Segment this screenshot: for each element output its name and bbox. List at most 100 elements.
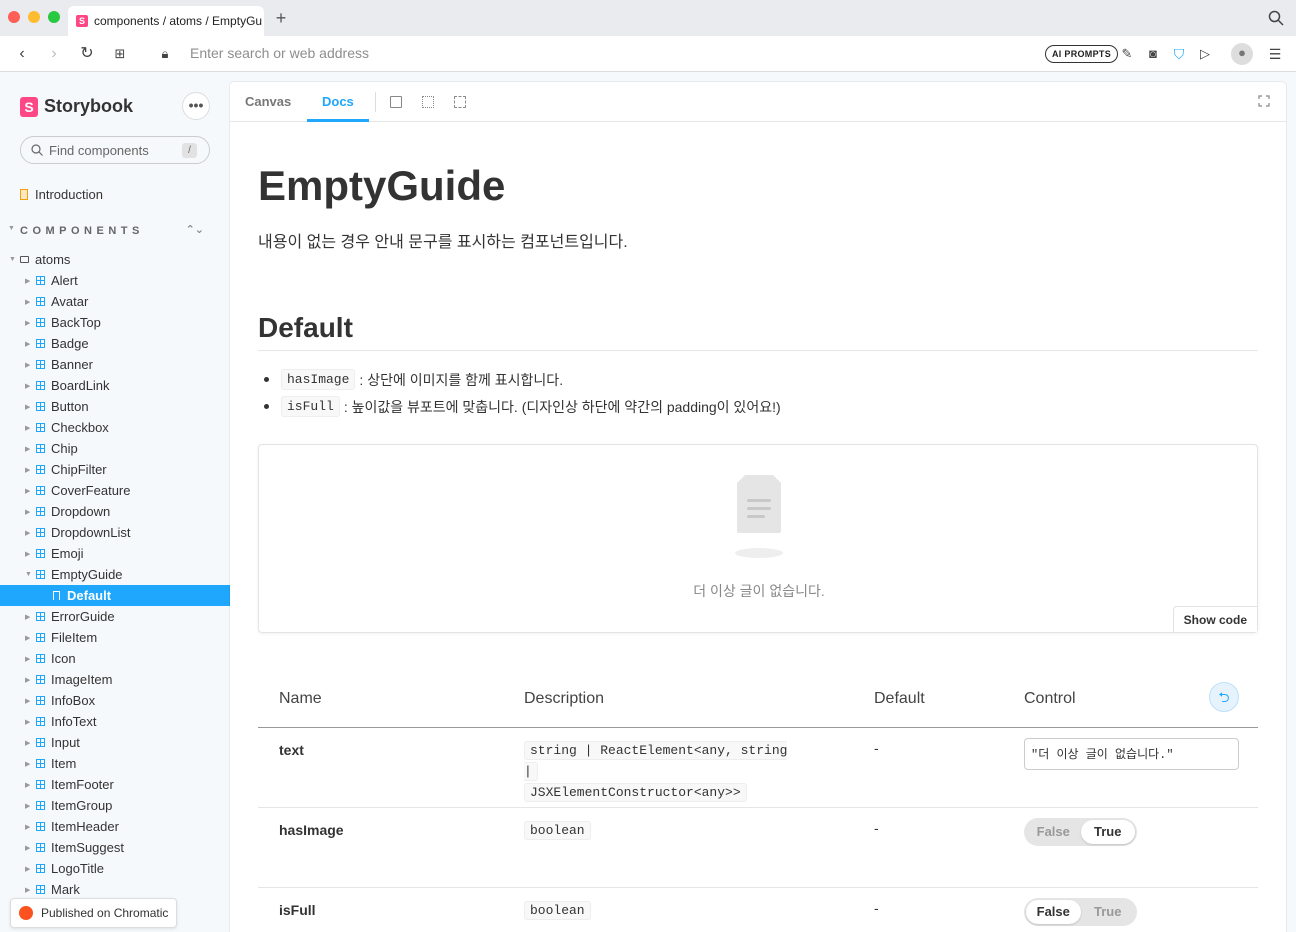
edit-icon[interactable]: ✎ <box>1117 44 1137 64</box>
sidebar-item-component[interactable]: ▶ DropdownList <box>0 522 230 543</box>
sidebar-item-label: Input <box>51 735 80 750</box>
sidebar-item-component[interactable]: ▶ Button <box>0 396 230 417</box>
boolean-toggle[interactable]: False True <box>1024 818 1137 846</box>
sidebar-item-component[interactable]: ▶ Banner <box>0 354 230 375</box>
send-icon[interactable]: ▷ <box>1195 44 1215 64</box>
sidebar-item-component[interactable]: ▼ EmptyGuide <box>0 564 230 585</box>
column-header-name: Name <box>279 690 322 707</box>
arg-name: isFull <box>279 902 316 918</box>
component-icon <box>36 696 45 705</box>
component-icon <box>36 360 45 369</box>
inline-code: hasImage <box>281 369 356 390</box>
search-input[interactable] <box>49 141 179 159</box>
sidebar-item-component[interactable]: ▶ Icon <box>0 648 230 669</box>
sidebar-item-component[interactable]: ▶ Chip <box>0 438 230 459</box>
sidebar-item-component[interactable]: ▶ BackTop <box>0 312 230 333</box>
camera-icon[interactable]: ◙ <box>1143 44 1163 64</box>
sidebar-folder-atoms[interactable]: ▼ atoms <box>0 249 230 270</box>
sidebar-item-label: ItemSuggest <box>51 840 124 855</box>
sidebar-item-component[interactable]: ▶ ChipFilter <box>0 459 230 480</box>
sidebar-story-default[interactable]: Default <box>0 585 230 606</box>
sidebar-item-component[interactable]: ▶ Badge <box>0 333 230 354</box>
sidebar-item-component[interactable]: ▶ Item <box>0 753 230 774</box>
outline-icon[interactable] <box>454 96 466 108</box>
caret-right-icon: ▶ <box>25 844 31 852</box>
sidebar-item-component[interactable]: ▶ InfoBox <box>0 690 230 711</box>
component-icon <box>36 528 45 537</box>
reset-controls-button[interactable]: ⮌ <box>1209 682 1239 712</box>
grid-icon[interactable] <box>422 96 434 108</box>
search-icon[interactable] <box>1268 10 1284 26</box>
profile-avatar[interactable]: ● <box>1231 43 1253 65</box>
component-icon <box>36 276 45 285</box>
chromatic-badge[interactable]: Published on Chromatic <box>10 898 178 928</box>
caret-right-icon: ▶ <box>25 277 31 285</box>
toggle-true-option[interactable]: True <box>1081 900 1136 924</box>
caret-right-icon: ▶ <box>25 760 31 768</box>
type-code: JSXElementConstructor<any>> <box>524 783 747 802</box>
toggle-true-option[interactable]: True <box>1080 820 1135 844</box>
tab-canvas[interactable]: Canvas <box>245 82 291 122</box>
show-code-button[interactable]: Show code <box>1172 606 1257 632</box>
minimize-window-button[interactable] <box>28 11 40 23</box>
component-icon <box>36 717 45 726</box>
caret-right-icon: ▶ <box>25 655 31 663</box>
sidebar-item-component[interactable]: ▶ Input <box>0 732 230 753</box>
sidebar-item-component[interactable]: ▶ ItemGroup <box>0 795 230 816</box>
fullscreen-icon[interactable] <box>1258 95 1270 107</box>
sidebar-item-label: Banner <box>51 357 93 372</box>
sidebar-item-component[interactable]: ▶ InfoText <box>0 711 230 732</box>
expand-collapse-icon[interactable]: ⌃⌄ <box>186 223 204 236</box>
sidebar-item-component[interactable]: ▶ ErrorGuide <box>0 606 230 627</box>
close-window-button[interactable] <box>8 11 20 23</box>
shield-icon[interactable]: ⛉ <box>1169 44 1189 64</box>
arg-name: text <box>279 742 304 758</box>
sidebar-item-component[interactable]: ▶ Avatar <box>0 291 230 312</box>
reload-icon[interactable]: ↻ <box>77 44 97 64</box>
sidebar-item-component[interactable]: ▶ ItemHeader <box>0 816 230 837</box>
sidebar-menu-button[interactable]: ••• <box>182 92 210 120</box>
sidebar-item-label: BackTop <box>51 315 101 330</box>
list-item-text: : 상단에 이미지를 함께 표시합니다. <box>359 371 564 388</box>
sidebar-item-label: DropdownList <box>51 525 131 540</box>
sidebar-item-label: Button <box>51 399 89 414</box>
tab-docs[interactable]: Docs <box>307 82 369 122</box>
boolean-toggle[interactable]: False True <box>1024 898 1137 926</box>
component-icon <box>36 864 45 873</box>
back-icon[interactable]: ‹ <box>12 44 32 64</box>
sidebar-item-component[interactable]: ▶ Checkbox <box>0 417 230 438</box>
sidebar-item-component[interactable]: ▶ LogoTitle <box>0 858 230 879</box>
sidebar-item-component[interactable]: ▶ ItemSuggest <box>0 837 230 858</box>
tab-grid-icon[interactable]: ⊞ <box>110 44 130 64</box>
ai-prompts-button[interactable]: AI PROMPTS <box>1045 45 1119 63</box>
sidebar-item-introduction[interactable]: Introduction <box>20 187 103 202</box>
sidebar-item-component[interactable]: ▶ Emoji <box>0 543 230 564</box>
search-field[interactable]: / <box>20 136 210 164</box>
forward-icon[interactable]: › <box>44 44 64 64</box>
sidebar-item-component[interactable]: ▶ Dropdown <box>0 501 230 522</box>
toggle-false-option[interactable]: False <box>1026 900 1081 924</box>
sidebar-item-component[interactable]: ▶ Mark <box>0 879 230 900</box>
caret-right-icon: ▶ <box>25 361 31 369</box>
caret-right-icon: ▶ <box>25 466 31 474</box>
component-icon <box>36 381 45 390</box>
toggle-false-option[interactable]: False <box>1026 820 1081 844</box>
prop-notes-list: hasImage : 상단에 이미지를 함께 표시합니다. isFull : 높… <box>264 366 781 420</box>
text-control-textarea[interactable]: "더 이상 글이 없습니다." <box>1024 738 1239 770</box>
type-code: string | ReactElement<any, string | <box>524 741 788 781</box>
menu-icon[interactable]: ☰ <box>1265 44 1285 64</box>
sidebar-item-component[interactable]: ▶ ImageItem <box>0 669 230 690</box>
sidebar-item-component[interactable]: ▶ BoardLink <box>0 375 230 396</box>
image-icon[interactable] <box>390 96 402 108</box>
maximize-window-button[interactable] <box>48 11 60 23</box>
component-icon <box>36 465 45 474</box>
browser-tab[interactable]: S components / atoms / EmptyGu <box>68 6 264 36</box>
storybook-brand[interactable]: S Storybook <box>20 96 133 117</box>
new-tab-button[interactable]: + <box>272 8 290 28</box>
sidebar-item-component[interactable]: ▶ FileItem <box>0 627 230 648</box>
address-bar[interactable]: Enter search or web address <box>190 45 369 61</box>
sidebar-item-label: ErrorGuide <box>51 609 115 624</box>
sidebar-item-component[interactable]: ▶ ItemFooter <box>0 774 230 795</box>
sidebar-item-component[interactable]: ▶ CoverFeature <box>0 480 230 501</box>
sidebar-item-component[interactable]: ▶ Alert <box>0 270 230 291</box>
